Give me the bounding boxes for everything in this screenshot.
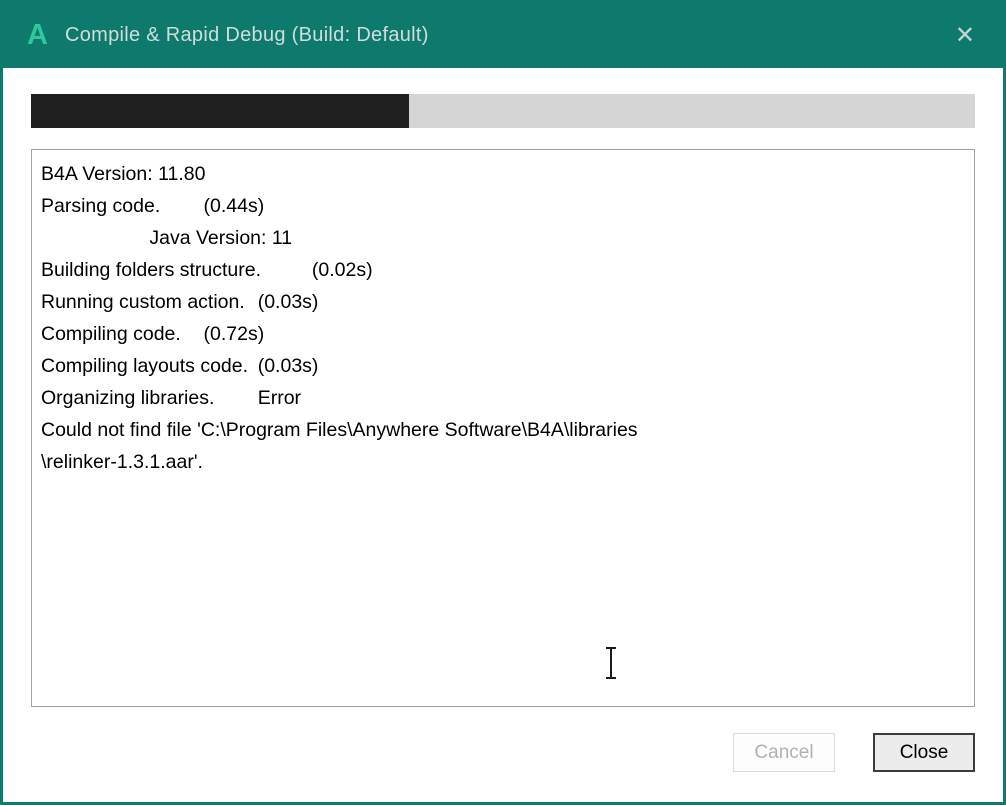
b4a-logo-icon: A xyxy=(27,21,48,50)
compile-log-output[interactable]: B4A Version: 11.80 Parsing code. (0.44s)… xyxy=(31,149,975,707)
progress-bar xyxy=(31,94,975,128)
window-title: Compile & Rapid Debug (Build: Default) xyxy=(65,24,429,47)
progress-fill xyxy=(31,94,409,128)
button-row: Cancel Close xyxy=(31,733,975,772)
titlebar[interactable]: A Compile & Rapid Debug (Build: Default)… xyxy=(3,3,1003,68)
close-button[interactable]: Close xyxy=(873,733,975,772)
close-icon[interactable]: ✕ xyxy=(951,22,979,50)
cancel-button[interactable]: Cancel xyxy=(733,733,835,772)
dialog-body: B4A Version: 11.80 Parsing code. (0.44s)… xyxy=(3,68,1003,802)
compile-debug-dialog: A Compile & Rapid Debug (Build: Default)… xyxy=(0,0,1006,805)
